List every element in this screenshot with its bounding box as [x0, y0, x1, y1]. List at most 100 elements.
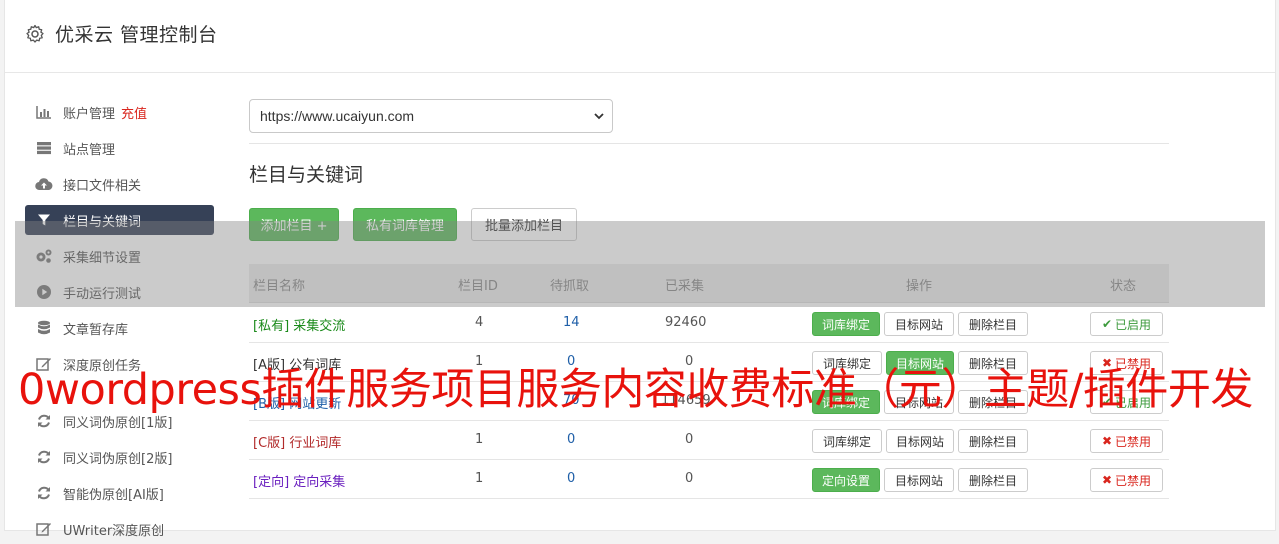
sidebar-item-label: 智能伪原创[AI版] — [63, 487, 164, 503]
sidebar-item-collect-settings[interactable]: 采集细节设置 — [25, 241, 214, 271]
add-column-button[interactable]: 添加栏目 + — [249, 208, 339, 241]
target-site-button[interactable]: 目标网站 — [886, 429, 954, 453]
col-header-actions: 操作 — [906, 279, 933, 294]
col-header-status: 状态 — [1110, 279, 1137, 294]
edit-icon — [35, 355, 53, 373]
library-bind-button[interactable]: 词库绑定 — [812, 429, 882, 453]
pending-count: 0 — [567, 432, 576, 447]
sidebar-item-label: 采集细节设置 — [63, 250, 142, 266]
status-label: 已启用 — [1115, 395, 1152, 410]
col-header-pending: 待抓取 — [550, 279, 590, 294]
delete-column-button[interactable]: 删除栏目 — [958, 390, 1028, 414]
chevron-down-icon — [594, 113, 604, 120]
sidebar-item-manual-run[interactable]: 手动运行测试 — [25, 277, 214, 307]
sidebar-item-label: 账户管理 — [63, 106, 116, 122]
col-header-name: 栏目名称 — [253, 279, 306, 294]
delete-column-button[interactable]: 删除栏目 — [958, 429, 1028, 453]
sidebar-item-synonym-v2[interactable]: 同义词伪原创[2版] — [25, 442, 214, 472]
sidebar-item-label: 站点管理 — [63, 142, 116, 158]
filter-icon — [35, 211, 53, 229]
check-icon: ✔ — [1101, 317, 1113, 331]
collected-count: 0 — [685, 354, 694, 369]
section-title: 栏目与关键词 — [249, 164, 364, 186]
target-site-button[interactable]: 目标网站 — [884, 390, 954, 414]
refresh-icon — [35, 484, 53, 502]
column-name[interactable]: [A版] 公有词库 — [253, 354, 341, 373]
batch-add-button[interactable]: 批量添加栏目 — [471, 208, 577, 241]
pending-count: 0 — [567, 471, 576, 486]
delete-column-button[interactable]: 删除栏目 — [958, 312, 1028, 336]
sidebar-item-label: 接口文件相关 — [63, 178, 142, 194]
server-icon — [35, 139, 53, 157]
check-icon: ✔ — [1101, 395, 1113, 409]
sidebar-item-label: 文章暂存库 — [63, 322, 129, 338]
sidebar-item-article-store[interactable]: 文章暂存库 — [25, 313, 214, 343]
sidebar-item-label: 同义词伪原创[2版] — [63, 451, 173, 467]
status-label: 已禁用 — [1115, 356, 1152, 371]
cloud-upload-icon — [35, 175, 53, 193]
bar-chart-icon — [35, 103, 53, 121]
delete-column-button[interactable]: 删除栏目 — [958, 351, 1028, 375]
edit-icon — [35, 520, 53, 538]
sidebar-item-label: 同义词伪原创[1版] — [63, 415, 173, 431]
app-title: 优采云 管理控制台 — [55, 24, 218, 46]
column-id: 1 — [475, 471, 484, 486]
status-toggle[interactable]: ✔ 已启用 — [1090, 390, 1163, 414]
status-label: 已禁用 — [1115, 473, 1152, 488]
sidebar-item-deep-original[interactable]: 深度原创任务 — [25, 349, 214, 379]
sidebar-item-synonym-v1[interactable]: 同义词伪原创[1版] — [25, 406, 214, 436]
pending-count: 14 — [563, 315, 580, 330]
site-select[interactable]: https://www.ucaiyun.com — [249, 99, 613, 133]
refresh-icon — [35, 448, 53, 466]
cogs-icon — [35, 247, 53, 265]
target-site-button[interactable]: 目标网站 — [884, 468, 954, 492]
delete-column-button[interactable]: 删除栏目 — [958, 468, 1028, 492]
collected-count: 0 — [685, 432, 694, 447]
sidebar-item-account[interactable]: 账户管理 充值 — [25, 97, 214, 127]
status-label: 已启用 — [1115, 317, 1152, 332]
status-toggle[interactable]: ✖ 已禁用 — [1090, 351, 1163, 375]
close-icon: ✖ — [1101, 473, 1113, 487]
pending-count: 70 — [563, 393, 580, 408]
refresh-icon — [35, 412, 53, 430]
sidebar-item-label: 栏目与关键词 — [63, 214, 142, 230]
column-name[interactable]: [定向] 定向采集 — [253, 471, 345, 490]
column-id: 4 — [475, 315, 484, 330]
table-row: [C版] 行业词库 1 0 0 词库绑定 目标网站 删除栏目 ✖ 已禁用 — [249, 420, 1169, 460]
status-toggle[interactable]: ✖ 已禁用 — [1090, 429, 1163, 453]
table-header: 栏目名称 栏目ID 待抓取 已采集 操作 状态 — [249, 264, 1169, 303]
library-bind-button[interactable]: 词库绑定 — [812, 312, 880, 336]
sidebar-item-interface[interactable]: 接口文件相关 — [25, 169, 214, 199]
library-bind-button[interactable]: 词库绑定 — [812, 351, 882, 375]
sidebar-item-ai-rewrite[interactable]: 智能伪原创[AI版] — [25, 478, 214, 508]
sidebar-item-sites[interactable]: 站点管理 — [25, 133, 214, 163]
collected-count: 0 — [685, 471, 694, 486]
directed-settings-button[interactable]: 定向设置 — [812, 468, 880, 492]
table-row: [定向] 定向采集 1 0 0 定向设置 目标网站 删除栏目 ✖ 已禁用 — [249, 459, 1169, 499]
sidebar-item-columns[interactable]: 栏目与关键词 — [25, 205, 214, 235]
target-site-button[interactable]: 目标网站 — [884, 312, 954, 336]
status-toggle[interactable]: ✔ 已启用 — [1090, 312, 1163, 336]
status-label: 已禁用 — [1115, 434, 1152, 449]
status-toggle[interactable]: ✖ 已禁用 — [1090, 468, 1163, 492]
sidebar-item-label: 深度原创任务 — [63, 358, 142, 374]
sidebar-item-label: 手动运行测试 — [63, 286, 142, 302]
table-row: [B版] 网站更新 70 114659 词库绑定 目标网站 删除栏目 ✔ 已启用 — [249, 381, 1169, 421]
column-name[interactable]: [C版] 行业词库 — [253, 432, 341, 451]
sidebar-item-uwriter[interactable]: UWriter深度原创 — [25, 514, 214, 544]
header: 优采云 管理控制台 — [5, 0, 1275, 73]
column-id: 1 — [475, 432, 484, 447]
collected-count: 92460 — [665, 315, 707, 330]
close-icon: ✖ — [1101, 434, 1113, 448]
private-library-button[interactable]: 私有词库管理 — [353, 208, 457, 241]
divider — [249, 143, 1169, 144]
library-bind-button[interactable]: 词库绑定 — [812, 390, 880, 414]
target-site-button[interactable]: 目标网站 — [886, 351, 954, 375]
recharge-link[interactable]: 充值 — [121, 103, 147, 122]
column-name[interactable]: [B版] 网站更新 — [253, 393, 341, 412]
column-name[interactable]: [私有] 采集交流 — [253, 315, 345, 334]
column-id: 1 — [475, 354, 484, 369]
sidebar-item-label: UWriter深度原创 — [63, 523, 165, 539]
table-row: [A版] 公有词库 1 0 0 词库绑定 目标网站 删除栏目 ✖ 已禁用 — [249, 342, 1169, 382]
col-header-collected: 已采集 — [665, 279, 705, 294]
